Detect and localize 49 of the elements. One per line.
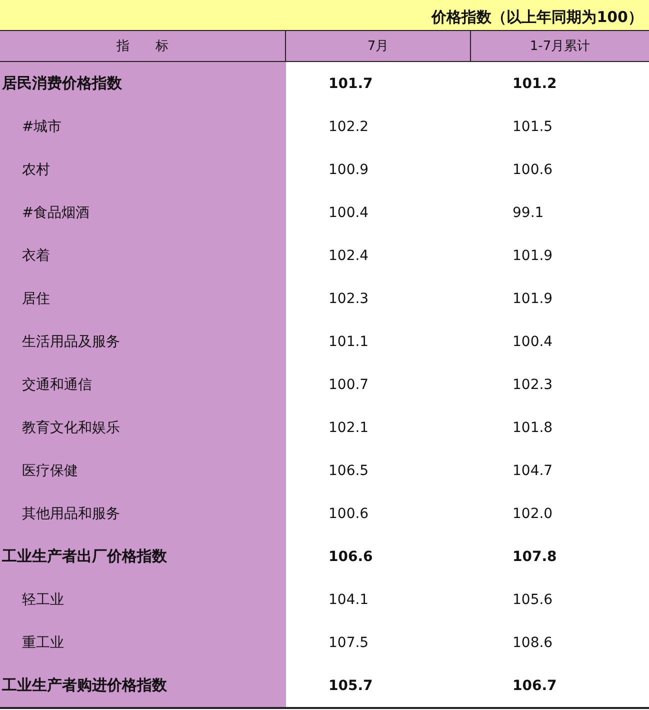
table-cell-text: 107.8 [512, 548, 558, 566]
row-label: #食品烟酒 [0, 191, 286, 234]
table-cell-text: 101.9 [512, 246, 554, 266]
table-cell: 102.2 [286, 105, 470, 148]
table-cell: 100.4 [286, 191, 470, 234]
table-cell: 101.7 [286, 62, 470, 105]
table-cell: 106.7 [470, 664, 649, 708]
table-cell: 106.5 [286, 449, 470, 492]
table-cell-text: 105.6 [512, 590, 554, 610]
table-cell-text: 104.7 [512, 462, 554, 480]
table-cell-text: 101.8 [512, 418, 554, 438]
table-cell-text: 100.6 [512, 160, 554, 180]
table-cell-text: 100.4 [512, 332, 554, 352]
table-cell: 107.5 [286, 621, 470, 664]
column-header: 7月 [286, 30, 470, 62]
column-header: 指 标 [0, 30, 286, 62]
table-cell-text: 108.6 [512, 634, 554, 652]
row-label: 居民消费价格指数 [0, 62, 286, 105]
table-cell: 100.7 [286, 363, 470, 406]
table-cell: 100.9 [286, 148, 470, 191]
row-label: 农村 [0, 148, 286, 191]
table-caption: 价格指数（以上年同期为100） [432, 8, 643, 28]
table-cell: 100.6 [286, 492, 470, 535]
row-label: 交通和通信 [0, 363, 286, 406]
table-cell: 102.3 [286, 277, 470, 320]
table-cell-text: 101.5 [512, 118, 554, 136]
row-label: 医疗保健 [0, 449, 286, 492]
row-label: 衣着 [0, 234, 286, 277]
table-cell: 102.1 [286, 406, 470, 449]
table-cell-text: 102.3 [512, 376, 554, 394]
table-cell-text: 99.1 [512, 204, 545, 222]
table-cell-text: 101.9 [512, 290, 554, 308]
table-cell: 105.7 [286, 664, 470, 708]
table-cell: 106.6 [286, 535, 470, 578]
row-label: 生活用品及服务 [0, 320, 286, 363]
table-cell: 101.2 [470, 62, 649, 105]
row-label: 教育文化和娱乐 [0, 406, 286, 449]
table-cell: 104.1 [286, 578, 470, 621]
row-label: 工业生产者出厂价格指数 [0, 535, 286, 578]
row-label: 居住 [0, 277, 286, 320]
row-label: 重工业 [0, 621, 286, 664]
column-header: 1-7月累计 [470, 30, 649, 62]
row-label: 工业生产者购进价格指数 [0, 664, 286, 708]
row-label: #城市 [0, 105, 286, 148]
table-cell-text: 102.0 [512, 504, 554, 524]
table-cell: 102.4 [286, 234, 470, 277]
row-label: 轻工业 [0, 578, 286, 621]
table-cell: 101.1 [286, 320, 470, 363]
row-label: 其他用品和服务 [0, 492, 286, 535]
